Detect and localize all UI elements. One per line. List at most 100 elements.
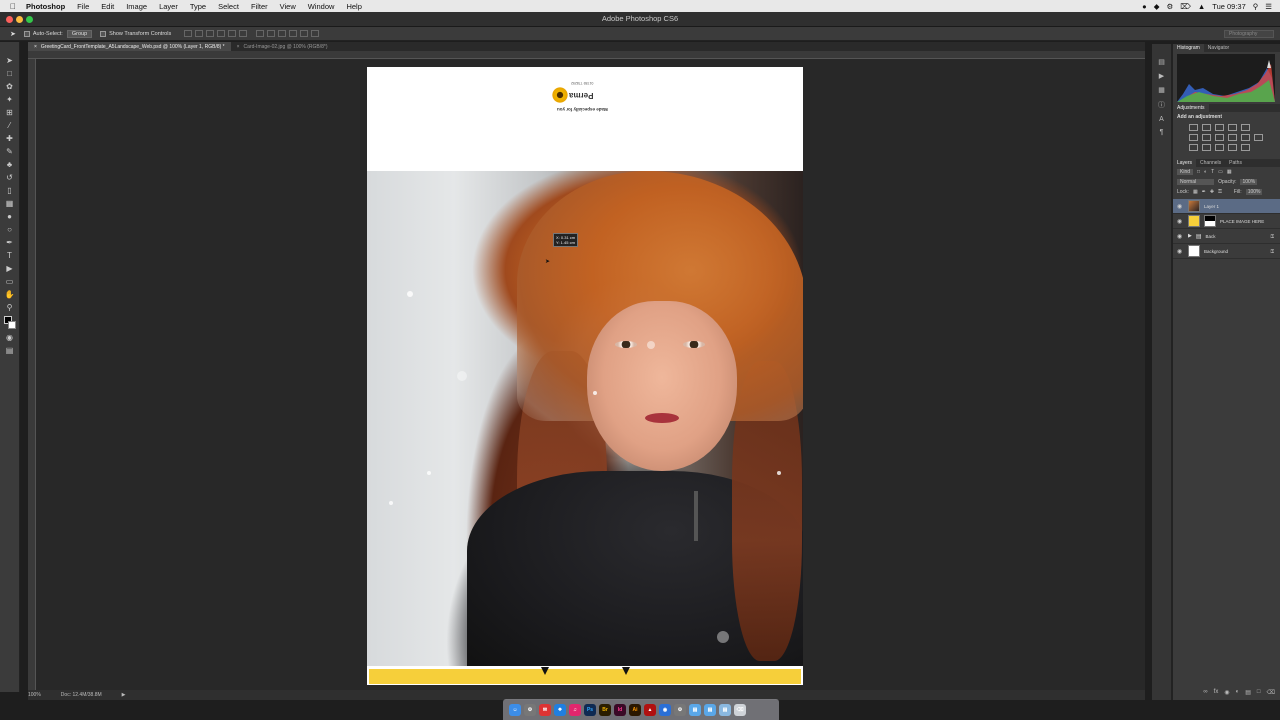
properties-panel-icon[interactable]: ▦ — [1158, 86, 1165, 94]
screen-mode-icon[interactable]: ▤ — [4, 346, 16, 356]
menu-edit[interactable]: Edit — [95, 2, 120, 11]
photoshop-icon[interactable]: Ps — [584, 703, 596, 716]
bluetooth-icon[interactable]: ⌦ — [1180, 2, 1191, 11]
eyedropper-tool-icon[interactable]: ⁄ — [4, 121, 16, 131]
selective-color-adjustment-icon[interactable] — [1241, 144, 1250, 151]
tab-layers[interactable]: Layers — [1173, 159, 1197, 167]
vibrance-adjustment-icon[interactable] — [1241, 124, 1250, 131]
visibility-eye-icon[interactable]: ◉ — [1177, 203, 1184, 210]
fill-value[interactable]: 100% — [1245, 189, 1263, 195]
itunes-icon[interactable]: ♫ — [569, 703, 581, 716]
foreground-color-swatch[interactable] — [3, 316, 16, 330]
menu-view[interactable]: View — [274, 2, 302, 11]
document-canvas[interactable]: 01789 778292 Perma Made especially for y… — [367, 67, 803, 685]
folder-icon[interactable]: ▤ — [689, 703, 701, 716]
brightness-adjustment-icon[interactable] — [1189, 124, 1198, 131]
crop-tool-icon[interactable]: ⊞ — [4, 108, 16, 118]
character-panel-icon[interactable]: A — [1159, 116, 1164, 123]
zoom-level[interactable]: 100% — [28, 692, 41, 698]
tab-channels[interactable]: Channels — [1196, 159, 1225, 167]
workspace-dropdown[interactable]: Photography — [1224, 30, 1274, 38]
channel-mixer-adjustment-icon[interactable] — [1241, 134, 1250, 141]
system-prefs-icon[interactable]: ⚙ — [674, 703, 686, 716]
guide-marker-icon[interactable] — [622, 667, 630, 675]
auto-select-dropdown[interactable]: Group — [66, 29, 93, 38]
acrobat-icon[interactable]: ▲ — [644, 703, 656, 716]
layer-style-icon[interactable]: fx — [1214, 689, 1219, 696]
menu-filter[interactable]: Filter — [245, 2, 274, 11]
visibility-eye-icon[interactable]: ◉ — [1177, 218, 1184, 225]
brush-tool-icon[interactable]: ✎ — [4, 147, 16, 157]
gradient-map-adjustment-icon[interactable] — [1228, 144, 1237, 151]
curves-adjustment-icon[interactable] — [1215, 124, 1224, 131]
color-balance-adjustment-icon[interactable] — [1202, 134, 1211, 141]
opacity-value[interactable]: 100% — [1240, 179, 1258, 185]
volume-icon[interactable]: ▲ — [1198, 2, 1205, 11]
menu-select[interactable]: Select — [212, 2, 245, 11]
tab-greeting-card[interactable]: × GreetingCard_FrontTemplate_A5Landscape… — [28, 42, 231, 51]
tab-card-image[interactable]: × Card-Image-02.jpg @ 100% (RGB/8*) — [231, 42, 334, 51]
align-middle-button[interactable] — [195, 30, 204, 37]
menu-help[interactable]: Help — [340, 2, 367, 11]
blur-tool-icon[interactable]: ● — [4, 212, 16, 222]
safari-icon[interactable]: ❖ — [554, 703, 566, 716]
gear-icon[interactable]: ⚙ — [1166, 2, 1173, 11]
tab-histogram[interactable]: Histogram — [1173, 44, 1204, 52]
add-mask-icon[interactable]: ◉ — [1224, 689, 1229, 696]
layer-filter-kind[interactable]: Kind — [1177, 169, 1194, 175]
transform-controls-checkbox[interactable] — [100, 30, 107, 37]
move-tool-icon[interactable]: ➤ — [4, 56, 16, 66]
new-adjustment-icon[interactable]: ◐ — [1236, 689, 1240, 696]
color-lookup-adjustment-icon[interactable] — [1254, 134, 1263, 141]
healing-brush-tool-icon[interactable]: ✚ — [4, 134, 16, 144]
align-top-button[interactable] — [184, 30, 193, 37]
posterize-adjustment-icon[interactable] — [1202, 144, 1211, 151]
quick-select-tool-icon[interactable]: ✦ — [4, 95, 16, 105]
finder-icon[interactable]: ☺ — [509, 703, 521, 716]
ruler-vertical[interactable] — [28, 59, 36, 690]
path-select-tool-icon[interactable]: ▶ — [4, 264, 16, 274]
eraser-tool-icon[interactable]: ▯ — [4, 186, 16, 196]
menu-type[interactable]: Type — [184, 2, 212, 11]
menu-layer[interactable]: Layer — [153, 2, 184, 11]
zoom-tool-icon[interactable]: ⚲ — [4, 303, 16, 313]
tab-close-icon[interactable]: × — [237, 44, 240, 50]
move-tool-icon[interactable]: ➤ — [10, 30, 16, 38]
canvas-area[interactable]: 01789 778292 Perma Made especially for y… — [36, 59, 1145, 690]
filter-adjust-icon[interactable]: ◐ — [1204, 169, 1207, 175]
filter-shape-icon[interactable]: ▭ — [1218, 169, 1223, 175]
status-circle-icon[interactable]: ● — [1142, 2, 1147, 11]
align-right-button[interactable] — [239, 30, 248, 37]
visibility-eye-icon[interactable]: ◉ — [1177, 248, 1184, 255]
marquee-tool-icon[interactable]: □ — [4, 69, 16, 79]
clone-stamp-tool-icon[interactable]: ♣ — [4, 160, 16, 170]
invert-adjustment-icon[interactable] — [1189, 144, 1198, 151]
downloads-folder-icon[interactable]: ▤ — [704, 703, 716, 716]
mail-icon[interactable]: ✉ — [539, 703, 551, 716]
info-panel-icon[interactable]: ⓘ — [1158, 100, 1165, 110]
new-layer-icon[interactable]: □ — [1257, 689, 1261, 696]
photo-filter-adjustment-icon[interactable] — [1228, 134, 1237, 141]
layer-row-background[interactable]: ◉ Background ⚿ — [1173, 244, 1280, 259]
gradient-tool-icon[interactable]: ▦ — [4, 199, 16, 209]
list-icon[interactable]: ☰ — [1265, 2, 1272, 11]
pen-tool-icon[interactable]: ✒ — [4, 238, 16, 248]
history-panel-icon[interactable]: ▤ — [1158, 58, 1165, 66]
distribute-right-button[interactable] — [311, 30, 320, 37]
distribute-top-button[interactable] — [256, 30, 265, 37]
distribute-center-button[interactable] — [300, 30, 309, 37]
menu-window[interactable]: Window — [302, 2, 341, 11]
tab-paths[interactable]: Paths — [1225, 159, 1246, 167]
threshold-adjustment-icon[interactable] — [1215, 144, 1224, 151]
guide-marker-icon[interactable] — [541, 667, 549, 675]
dodge-tool-icon[interactable]: ○ — [4, 225, 16, 235]
doc-size[interactable]: Doc: 12.4M/38.8M — [61, 692, 102, 698]
new-group-icon[interactable]: ▤ — [1245, 689, 1251, 696]
status-menu-arrow-icon[interactable]: ▶ — [122, 692, 126, 698]
bridge-icon[interactable]: Br — [599, 703, 611, 716]
hue-saturation-adjustment-icon[interactable] — [1189, 134, 1198, 141]
menu-file[interactable]: File — [71, 2, 95, 11]
visibility-eye-icon[interactable]: ◉ — [1177, 233, 1184, 240]
distribute-bottom-button[interactable] — [278, 30, 287, 37]
align-left-button[interactable] — [217, 30, 226, 37]
